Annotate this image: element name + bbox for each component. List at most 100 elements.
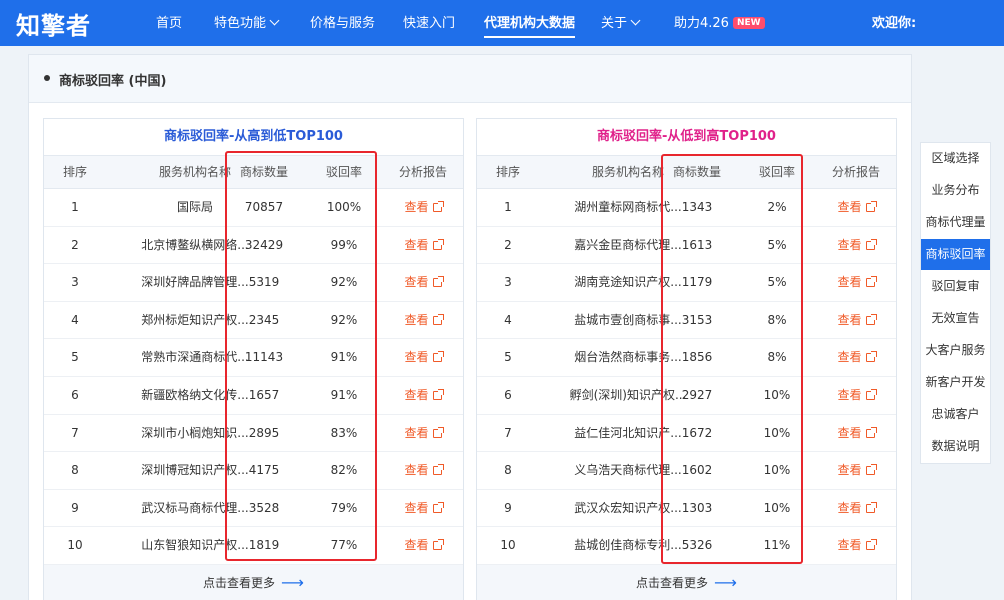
view-report-label: 查看 [404,500,429,515]
side-menu-item[interactable]: 忠诚客户 [921,399,990,430]
view-report-label: 查看 [837,463,862,478]
view-report-link[interactable]: 查看 [382,227,464,264]
rank-cell: 8 [71,463,79,478]
trademark-count-cell: 1657 [248,388,280,402]
nav-home[interactable]: 首页 [156,12,182,31]
view-report-link[interactable]: 查看 [382,264,464,301]
rank-cell: 5 [504,350,512,365]
rank-cell: 2 [504,237,512,252]
side-menu-item[interactable]: 驳回复审 [921,271,990,302]
top-nav-bar: 知擎者 首页 特色功能 价格与服务 快速入门 代理机构大数据 关于 助力4.26… [0,0,1004,46]
external-link-icon [865,276,877,288]
side-menu-item[interactable]: 大客户服务 [921,335,990,366]
view-report-link[interactable]: 查看 [815,415,897,452]
trademark-count-cell: 1343 [681,200,713,214]
rank-cell: 10 [67,538,83,553]
table-row: 2 嘉兴金臣商标代理... 1613 5% 查看 [477,227,896,265]
rejection-rate-cell: 10% [763,388,791,402]
table-header: 排序 服务机构名称 商标数量 驳回率 分析报告 [44,155,463,189]
nav-about[interactable]: 关于 [601,12,641,31]
nav-agency-bigdata[interactable]: 代理机构大数据 [484,12,576,38]
view-report-link[interactable]: 查看 [382,415,464,452]
trademark-count-cell: 1856 [681,350,713,365]
view-report-link[interactable]: 查看 [382,302,464,339]
rejection-rate-cell: 5% [767,275,787,290]
rejection-rate-cell: 5% [767,237,787,252]
rank-cell: 7 [504,425,512,440]
view-report-link[interactable]: 查看 [382,527,464,564]
view-report-label: 查看 [837,388,862,402]
view-report-link[interactable]: 查看 [815,302,897,339]
rejection-rate-cell: 100% [326,200,362,214]
view-report-link[interactable]: 查看 [382,339,464,376]
header-rejection-rate: 驳回率 [325,165,362,179]
view-report-link[interactable]: 查看 [382,377,464,414]
trademark-count-cell: 3528 [248,500,280,515]
view-report-label: 查看 [404,275,429,290]
nav-pricing[interactable]: 价格与服务 [310,12,375,31]
rejection-rate-cell: 99% [330,237,358,252]
table-row: 10 山东智狼知识产权... 1819 77% 查看 [44,527,463,565]
side-menu-item[interactable]: 商标代理量 [921,207,990,238]
view-report-link[interactable]: 查看 [815,339,897,376]
view-report-link[interactable]: 查看 [815,490,897,527]
rejection-rate-cell: 92% [330,275,358,290]
rejection-rate-cell: 10% [763,425,791,440]
table-row: 4 郑州标炬知识产权... 2345 92% 查看 [44,302,463,340]
rejection-rate-cell: 82% [330,463,358,478]
view-report-label: 查看 [404,538,429,553]
view-report-link[interactable]: 查看 [382,189,464,226]
nav-promo-label: 助力4.26 [674,16,729,31]
external-link-icon [432,276,444,288]
rejection-rate-cell: 83% [330,425,358,440]
trademark-count-cell: 3153 [681,312,713,327]
rank-cell: 6 [504,388,512,402]
view-report-label: 查看 [404,388,429,402]
view-report-label: 查看 [837,237,862,252]
view-report-label: 查看 [404,200,429,214]
side-menu-item[interactable]: 业务分布 [921,175,990,206]
view-report-link[interactable]: 查看 [815,377,897,414]
side-menu-item[interactable]: 数据说明 [921,431,990,462]
nav-quickstart[interactable]: 快速入门 [403,12,455,31]
table-header: 排序 服务机构名称 商标数量 驳回率 分析报告 [477,155,896,189]
nav-features[interactable]: 特色功能 [214,12,280,31]
side-menu-item[interactable]: 新客户开发 [921,367,990,398]
view-report-label: 查看 [404,463,429,478]
view-report-link[interactable]: 查看 [382,452,464,489]
rank-cell: 2 [71,237,79,252]
rank-cell: 1 [504,200,512,214]
card-title: 商标驳回率-从低到高TOP100 [597,129,776,144]
view-more-button[interactable]: 点击查看更多 ⟶ [44,565,463,600]
trademark-count-cell: 5326 [681,538,713,553]
rejection-rate-cell: 10% [763,500,791,515]
trademark-count-cell: 2927 [681,388,713,402]
view-more-button[interactable]: 点击查看更多 ⟶ [477,565,896,600]
view-report-link[interactable]: 查看 [815,264,897,301]
view-report-label: 查看 [404,425,429,440]
view-report-link[interactable]: 查看 [815,452,897,489]
trademark-count-cell: 5319 [248,275,280,290]
side-menu-item[interactable]: 区域选择 [921,143,990,174]
external-link-icon [432,426,444,438]
site-logo[interactable]: 知擎者 [16,6,91,41]
rejection-high-to-low-card: 商标驳回率-从高到低TOP100 排序 服务机构名称 商标数量 驳回率 分析报告… [43,118,464,600]
arrow-right-icon: ⟶ [281,573,304,592]
external-link-icon [432,501,444,513]
new-badge: NEW [732,17,765,29]
view-report-label: 查看 [837,200,862,214]
header-rejection-rate: 驳回率 [758,165,795,179]
nav-promo[interactable]: 助力4.26 NEW [674,12,765,31]
view-report-label: 查看 [404,237,429,252]
view-report-link[interactable]: 查看 [815,227,897,264]
side-menu-item[interactable]: 无效宣告 [921,303,990,334]
side-menu-item[interactable]: 商标驳回率 [921,239,990,270]
view-report-link[interactable]: 查看 [382,490,464,527]
view-report-link[interactable]: 查看 [815,527,897,564]
panel-header: 商标驳回率 (中国) [29,55,911,103]
header-report: 分析报告 [831,165,880,179]
rank-cell: 4 [504,312,512,327]
view-report-link[interactable]: 查看 [815,189,897,226]
rejection-rate-cell: 11% [763,538,791,553]
rank-cell: 7 [71,425,79,440]
